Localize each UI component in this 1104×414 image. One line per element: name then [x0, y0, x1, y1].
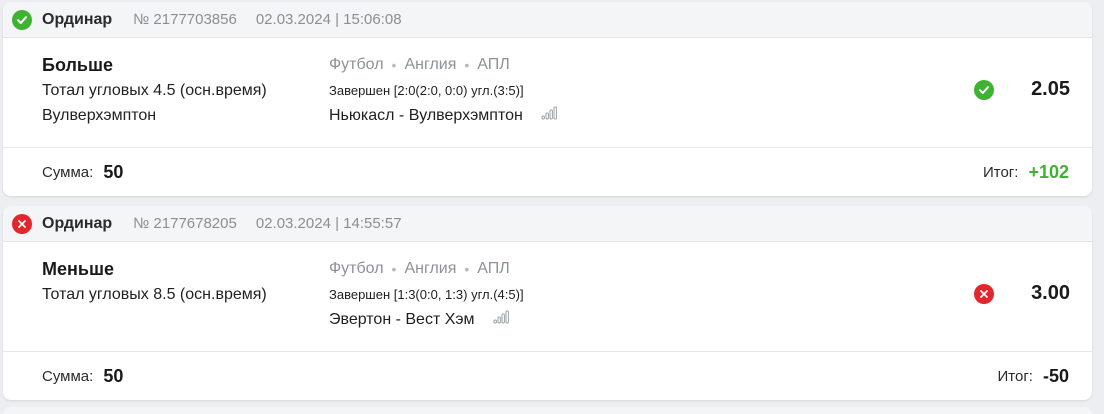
sum-value: 50 — [103, 365, 124, 386]
event-country: Англия — [404, 56, 457, 73]
bet-card-header: Ординар № 2177703856 02.03.2024 | 15:06:… — [3, 2, 1092, 38]
event-path: Футбол • Англия • АПЛ — [329, 259, 524, 279]
bet-card-footer: Сумма: 50 Итог: +102 — [3, 148, 1092, 196]
event-teams-row: Эвертон - Вест Хэм — [329, 310, 524, 330]
event-league: АПЛ — [477, 56, 510, 73]
signal-bars-icon[interactable] — [541, 106, 557, 126]
bet-sum: Сумма: 50 — [42, 162, 123, 183]
event-path: Футбол • Англия • АПЛ — [329, 55, 557, 75]
check-circle-icon — [974, 79, 994, 100]
outcome-team: Вулверхэмптон — [42, 107, 157, 124]
event-result: Завершен [1:3(0:0, 1:3) угл.(4:5)] — [329, 287, 524, 302]
event-result: Завершен [2:0(2:0, 0:0) угл.(3:5)] — [329, 83, 524, 98]
event-country: Англия — [404, 260, 457, 277]
total-label: Итог: — [997, 367, 1033, 385]
event-teams-row: Ньюкасл - Вулверхэмптон — [329, 106, 557, 126]
check-circle-icon — [12, 9, 32, 30]
bet-card-footer: Сумма: 50 Итог: -50 — [3, 352, 1092, 400]
bet-outcome: Меньше Тотал угловых 8.5 (осн.время) — [42, 258, 267, 305]
total-value: +102 — [1028, 161, 1069, 182]
bet-card-2[interactable]: Ординар № 2177678205 02.03.2024 | 14:55:… — [3, 206, 1092, 400]
bet-sum: Сумма: 50 — [42, 366, 123, 387]
odds-value: 3.00 — [1031, 282, 1070, 304]
sum-label: Сумма: — [42, 163, 94, 181]
event-teams[interactable]: Ньюкасл - Вулверхэмптон — [329, 106, 523, 126]
cross-circle-icon — [12, 213, 32, 234]
signal-bars-icon[interactable] — [493, 310, 509, 330]
bet-type: Ординар — [42, 10, 113, 28]
bet-card-3-partial — [3, 407, 1092, 414]
sum-value: 50 — [103, 161, 124, 182]
bet-card-header: Ординар № 2177678205 02.03.2024 | 14:55:… — [3, 206, 1092, 242]
cross-circle-icon — [974, 283, 994, 304]
event-sport: Футбол — [329, 260, 384, 277]
outcome-market: Тотал угловых 4.5 (осн.время) — [42, 82, 267, 99]
outcome-title: Больше — [42, 55, 113, 75]
event-teams[interactable]: Эвертон - Вест Хэм — [329, 310, 475, 330]
odds-value: 2.05 — [1031, 78, 1070, 100]
bet-card-1[interactable]: Ординар № 2177703856 02.03.2024 | 15:06:… — [3, 2, 1092, 196]
bet-event: Футбол • Англия • АПЛ Завершен [2:0(2:0,… — [329, 55, 557, 126]
total-label: Итог: — [982, 163, 1019, 181]
separator-dot: • — [391, 261, 397, 277]
total-value: -50 — [1042, 365, 1069, 386]
bet-number: № 2177678205 — [133, 215, 237, 232]
separator-dot: • — [464, 57, 470, 73]
bet-card-body: Меньше Тотал угловых 8.5 (осн.время) Фут… — [3, 242, 1092, 352]
bet-total: Итог: -50 — [998, 366, 1069, 387]
bet-odds: 2.05 — [974, 78, 1070, 101]
bet-datetime: 02.03.2024 | 14:55:57 — [255, 215, 402, 232]
sum-label: Сумма: — [42, 367, 94, 385]
bet-datetime: 02.03.2024 | 15:06:08 — [255, 11, 402, 28]
bet-type: Ординар — [42, 214, 113, 232]
bet-number: № 2177703856 — [133, 11, 237, 28]
outcome-title: Меньше — [42, 259, 114, 279]
event-sport: Футбол — [329, 56, 384, 73]
event-league: АПЛ — [477, 260, 510, 277]
bet-total: Итог: +102 — [983, 162, 1069, 183]
bet-event: Футбол • Англия • АПЛ Завершен [1:3(0:0,… — [329, 259, 524, 330]
bet-card-body: Больше Тотал угловых 4.5 (осн.время) Вул… — [3, 38, 1092, 148]
separator-dot: • — [391, 57, 397, 73]
separator-dot: • — [464, 261, 470, 277]
bet-odds: 3.00 — [974, 282, 1070, 305]
outcome-market: Тотал угловых 8.5 (осн.время) — [42, 286, 267, 303]
bet-outcome: Больше Тотал угловых 4.5 (осн.время) Вул… — [42, 54, 267, 126]
